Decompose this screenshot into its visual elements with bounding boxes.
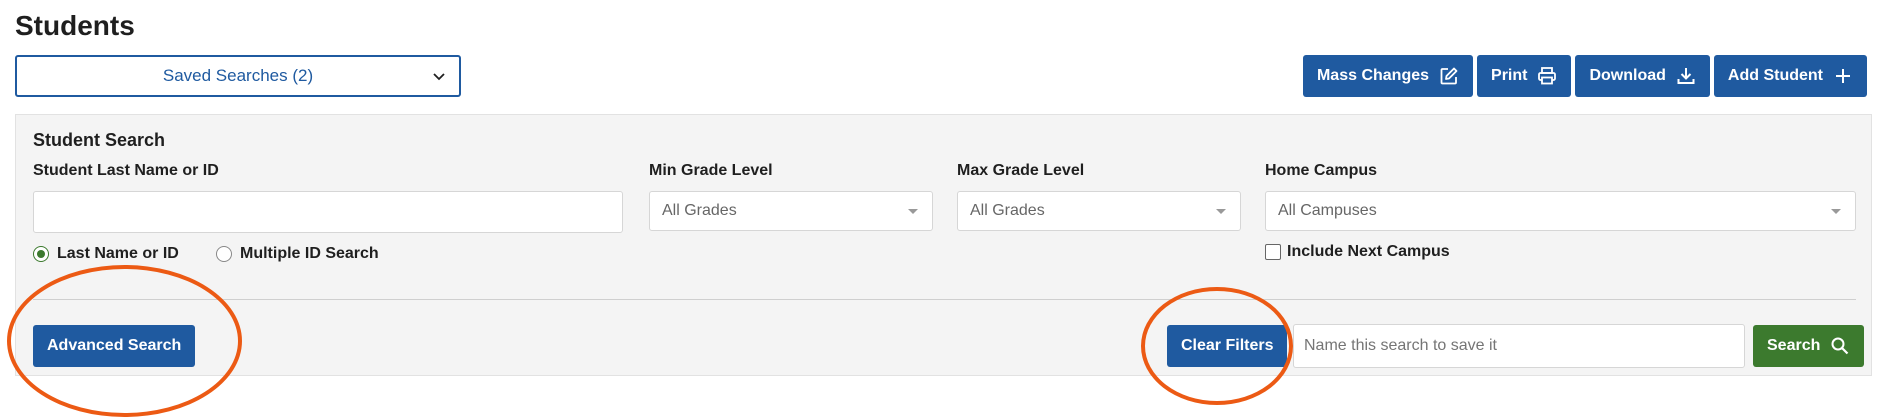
- max-grade-value: All Grades: [970, 202, 1045, 219]
- search-icon: [1831, 337, 1849, 355]
- search-label: Search: [1767, 337, 1821, 354]
- mass-changes-button[interactable]: Mass Changes: [1302, 55, 1474, 97]
- include-next-campus-label: Include Next Campus: [1287, 243, 1450, 260]
- include-next-campus-checkbox[interactable]: [1265, 244, 1281, 260]
- download-button[interactable]: Download: [1575, 55, 1710, 97]
- top-actions: Mass Changes Print Download Add Student: [1302, 55, 1867, 97]
- home-campus-select[interactable]: All Campuses: [1265, 191, 1856, 231]
- include-next-campus[interactable]: Include Next Campus: [1265, 243, 1450, 261]
- download-icon: [1677, 68, 1695, 84]
- min-grade-select[interactable]: All Grades: [649, 191, 933, 231]
- page-title: Students: [15, 10, 135, 41]
- home-campus-value: All Campuses: [1278, 202, 1377, 219]
- radio-multiple-id-label: Multiple ID Search: [240, 245, 379, 262]
- download-label: Download: [1589, 67, 1666, 84]
- caret-down-icon: [1831, 209, 1841, 214]
- advanced-search-button[interactable]: Advanced Search: [33, 325, 196, 367]
- last-name-label: Student Last Name or ID: [33, 162, 219, 179]
- clear-filters-label: Clear Filters: [1181, 337, 1274, 354]
- last-name-input[interactable]: [33, 191, 623, 233]
- save-search-name-input[interactable]: [1293, 324, 1745, 368]
- caret-down-icon: [1216, 209, 1226, 214]
- min-grade-label: Min Grade Level: [649, 162, 773, 179]
- max-grade-label: Max Grade Level: [957, 162, 1085, 179]
- plus-icon: [1836, 69, 1850, 83]
- print-label: Print: [1491, 67, 1528, 84]
- radio-last-name-control[interactable]: [33, 246, 49, 262]
- mass-changes-label: Mass Changes: [1316, 67, 1430, 84]
- search-button[interactable]: Search: [1753, 325, 1865, 367]
- edit-icon: [1440, 67, 1458, 85]
- printer-icon: [1538, 67, 1557, 85]
- student-search-panel: Student Search Student Last Name or ID L…: [15, 114, 1872, 376]
- chevron-down-icon: [433, 73, 445, 81]
- panel-title: Student Search: [33, 130, 166, 150]
- saved-searches-label: Saved Searches (2): [162, 66, 314, 85]
- add-student-label: Add Student: [1727, 67, 1823, 84]
- clear-filters-button[interactable]: Clear Filters: [1167, 325, 1288, 367]
- radio-last-name[interactable]: Last Name or ID: [33, 245, 179, 263]
- radio-multiple-id[interactable]: Multiple ID Search: [216, 245, 379, 263]
- saved-searches-dropdown[interactable]: Saved Searches (2): [15, 55, 461, 97]
- print-button[interactable]: Print: [1477, 55, 1572, 97]
- radio-multiple-id-control[interactable]: [216, 246, 232, 262]
- min-grade-value: All Grades: [662, 202, 737, 219]
- caret-down-icon: [908, 209, 918, 214]
- home-campus-label: Home Campus: [1265, 162, 1378, 179]
- advanced-search-label: Advanced Search: [47, 337, 182, 354]
- max-grade-select[interactable]: All Grades: [957, 191, 1241, 231]
- add-student-button[interactable]: Add Student: [1713, 55, 1867, 97]
- divider: [33, 299, 1856, 300]
- radio-last-name-label: Last Name or ID: [57, 245, 179, 262]
